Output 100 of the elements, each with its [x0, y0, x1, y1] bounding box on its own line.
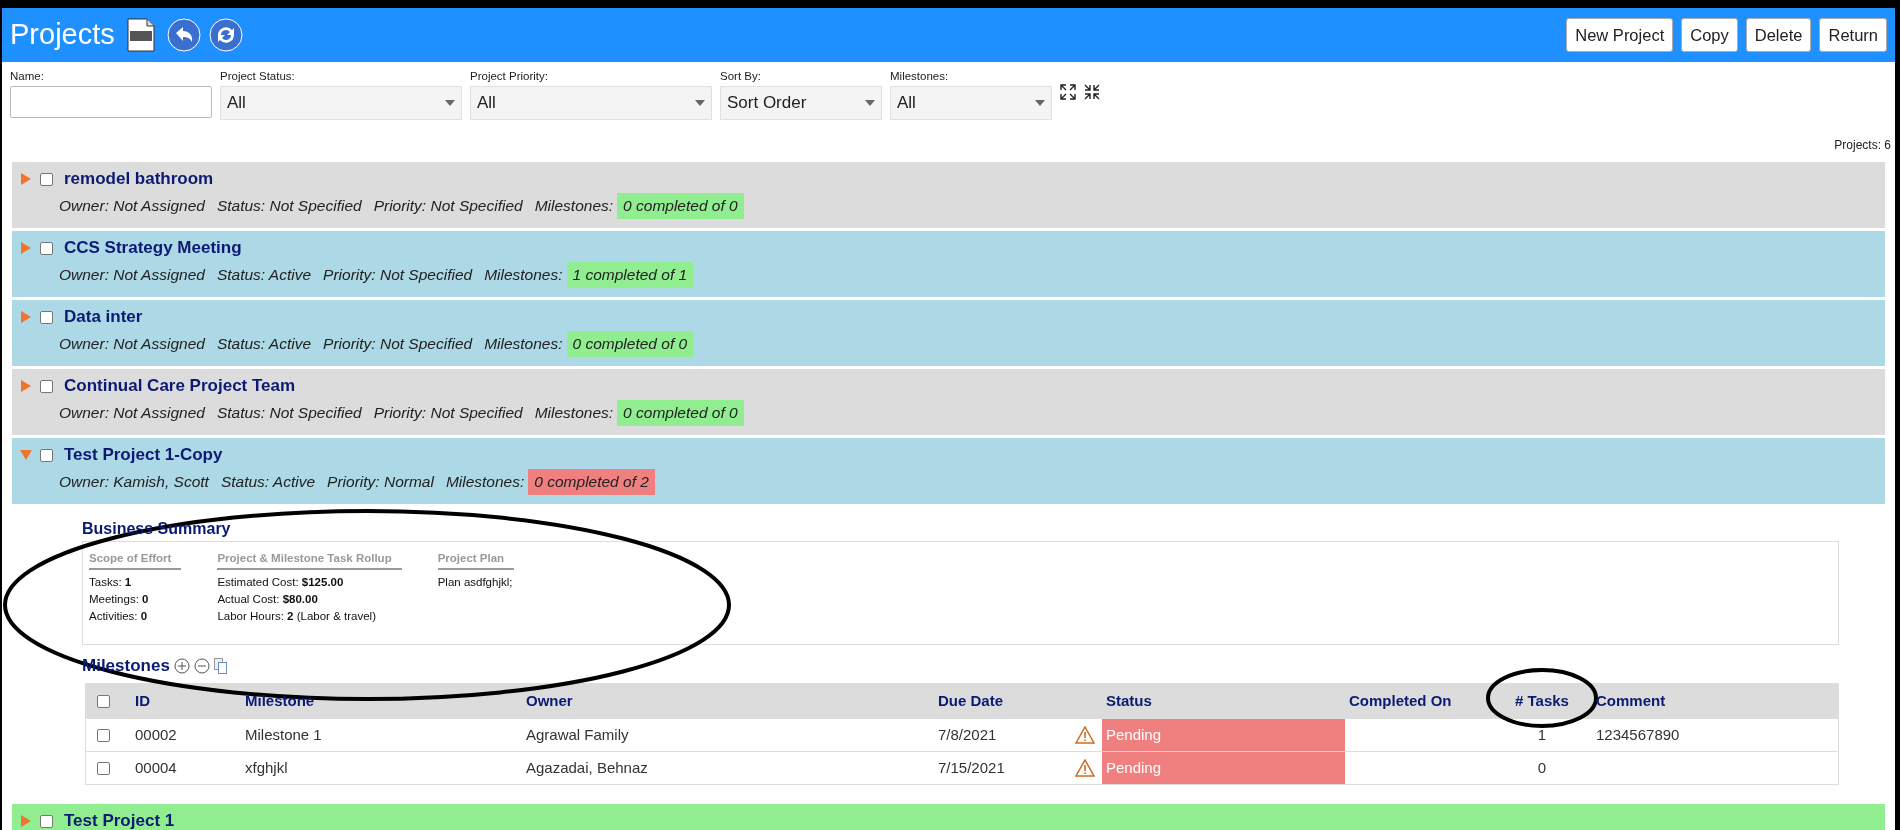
milestones-label: Milestones: [445, 472, 525, 493]
column-header[interactable]: Completed On [1349, 691, 1452, 709]
milestones-label: Milestones: [484, 265, 563, 286]
status-text: Status: Active [220, 472, 316, 493]
header-button[interactable]: New Project [1566, 18, 1674, 52]
table-cell: Agrawal Family [526, 725, 629, 743]
summary-heading: Project Plan [437, 550, 515, 571]
project-row[interactable]: Test Project 1-Copy Owner: Kamish, Scott Status: Active Priority: Normal Milestones: 0 completed of 2 [12, 438, 1885, 504]
filter-label: Sort By: [720, 69, 762, 84]
column-header[interactable]: ID [135, 691, 150, 709]
milestones-badge: 0 completed of 0 [617, 400, 744, 426]
column-header[interactable]: Owner [526, 691, 573, 709]
checkbox[interactable] [97, 761, 110, 775]
milestones-label: Milestones: [534, 196, 614, 217]
filter-dropdown[interactable]: All [890, 86, 1052, 120]
priority-text: Priority: Not Specified [373, 196, 523, 217]
header-button[interactable]: Copy [1681, 18, 1738, 52]
collapse-icon[interactable] [1084, 84, 1100, 100]
project-title[interactable]: Continual Care Project Team [64, 373, 296, 399]
checkbox[interactable] [40, 241, 53, 255]
checkbox[interactable] [40, 379, 53, 393]
status-text: Status: Not Specified [216, 196, 362, 217]
table-cell: 00004 [135, 758, 177, 776]
filter-dropdown[interactable]: Sort Order [720, 86, 882, 120]
table-cell: Agazadai, Behnaz [526, 758, 648, 776]
header-button[interactable]: Return [1819, 18, 1887, 52]
project-title[interactable]: Test Project 1 [64, 808, 175, 830]
project-title[interactable]: CCS Strategy Meeting [64, 235, 242, 261]
status-text: Status: Not Specified [216, 403, 362, 424]
summary-line: Labor Hours: 2 (Labor & travel) [217, 609, 377, 625]
refresh-icon[interactable] [208, 18, 243, 52]
checkbox[interactable] [40, 310, 53, 324]
priority-text: Priority: Not Specified [323, 265, 473, 286]
project-row[interactable]: Continual Care Project Team Owner: Not Assigned Status: Not Specified Priority: Not Specified Milestones: 0 completed of 0 [12, 369, 1885, 435]
filter-label: Project Priority: [470, 69, 549, 84]
milestones-badge: 0 completed of 0 [566, 331, 694, 357]
table-cell: 00002 [135, 725, 177, 743]
checkbox[interactable] [40, 448, 53, 462]
status-text: Status: Active [216, 265, 312, 286]
table-cell: 0 [1537, 758, 1547, 776]
checkbox[interactable] [97, 694, 110, 708]
status-text: Status: Active [216, 334, 312, 355]
remove-icon[interactable] [193, 658, 210, 674]
summary-line: Plan asdfghjkl; [437, 575, 514, 591]
table-cell: 1234567890 [1596, 725, 1680, 743]
owner-text: Owner: Not Assigned [59, 334, 205, 355]
table-cell: 1 [1537, 725, 1547, 743]
expand-icon[interactable] [1060, 84, 1076, 100]
section-title: Business Summary [82, 520, 231, 537]
name-field[interactable] [10, 86, 212, 118]
summary-line: Activities: 0 [89, 609, 149, 625]
owner-text: Owner: Not Assigned [59, 196, 205, 217]
spreadsheet-file-icon[interactable] [126, 18, 155, 52]
checkbox[interactable] [40, 172, 53, 186]
summary-line: Tasks: 1 [89, 575, 133, 591]
dropdown-caret-icon [865, 100, 875, 106]
filter-label: Milestones: [890, 69, 950, 84]
filter-label: Project Status: [220, 69, 296, 84]
summary-line: Estimated Cost: $125.00 [217, 575, 345, 591]
dropdown-caret-icon [695, 100, 705, 106]
checkbox[interactable] [97, 728, 110, 742]
column-header[interactable]: Status [1106, 691, 1152, 709]
project-title[interactable]: Test Project 1-Copy [64, 442, 223, 468]
project-title[interactable]: remodel bathroom [64, 166, 214, 192]
table-cell: 7/15/2021 [938, 758, 1005, 776]
table-cell: Milestone 1 [245, 725, 322, 743]
owner-text: Owner: Kamish, Scott [59, 472, 209, 493]
dropdown-caret-icon [1035, 100, 1045, 106]
column-header[interactable]: Due Date [938, 691, 1004, 709]
status-cell: Pending [1102, 752, 1345, 784]
header-button[interactable]: Delete [1745, 18, 1812, 52]
filter-dropdown[interactable]: All [220, 86, 462, 120]
milestones-badge: 0 completed of 0 [617, 193, 744, 219]
filter-dropdown[interactable]: All [470, 86, 712, 120]
priority-text: Priority: Not Specified [373, 403, 523, 424]
summary-line: Meetings: 0 [89, 592, 150, 608]
priority-text: Priority: Not Specified [323, 334, 473, 355]
project-count: Projects: 6 [1834, 137, 1891, 154]
owner-text: Owner: Not Assigned [59, 403, 205, 424]
milestones-label: Milestones: [484, 334, 563, 355]
page-title: Projects [10, 17, 115, 53]
project-title[interactable]: Data inter [64, 304, 143, 330]
status-cell: Pending [1102, 719, 1345, 751]
project-row[interactable]: Test Project 1 [12, 804, 1885, 830]
milestones-label: Milestones: [534, 403, 614, 424]
summary-line: Actual Cost: $80.00 [217, 592, 319, 608]
add-icon[interactable] [173, 658, 190, 674]
copy-icon[interactable] [213, 658, 228, 674]
table-cell: xfghjkl [245, 758, 288, 776]
filter-label: Name: [10, 69, 45, 84]
owner-text: Owner: Not Assigned [59, 265, 205, 286]
table-cell: 7/8/2021 [938, 725, 997, 743]
priority-text: Priority: Normal [327, 472, 434, 493]
checkbox[interactable] [40, 814, 53, 828]
milestones-badge: 0 completed of 2 [528, 469, 655, 495]
project-row[interactable]: CCS Strategy Meeting Owner: Not Assigned Status: Active Priority: Not Specified Milestones: 1 completed of 1 [12, 231, 1885, 297]
column-header[interactable]: # Tasks [1515, 691, 1569, 709]
project-row[interactable]: remodel bathroom Owner: Not Assigned Status: Not Specified Priority: Not Specified Milestones: 0 completed of 0 [12, 162, 1885, 228]
project-row[interactable]: Data inter Owner: Not Assigned Status: Active Priority: Not Specified Milestones: 0 completed of 0 [12, 300, 1885, 366]
back-icon[interactable] [166, 18, 201, 52]
